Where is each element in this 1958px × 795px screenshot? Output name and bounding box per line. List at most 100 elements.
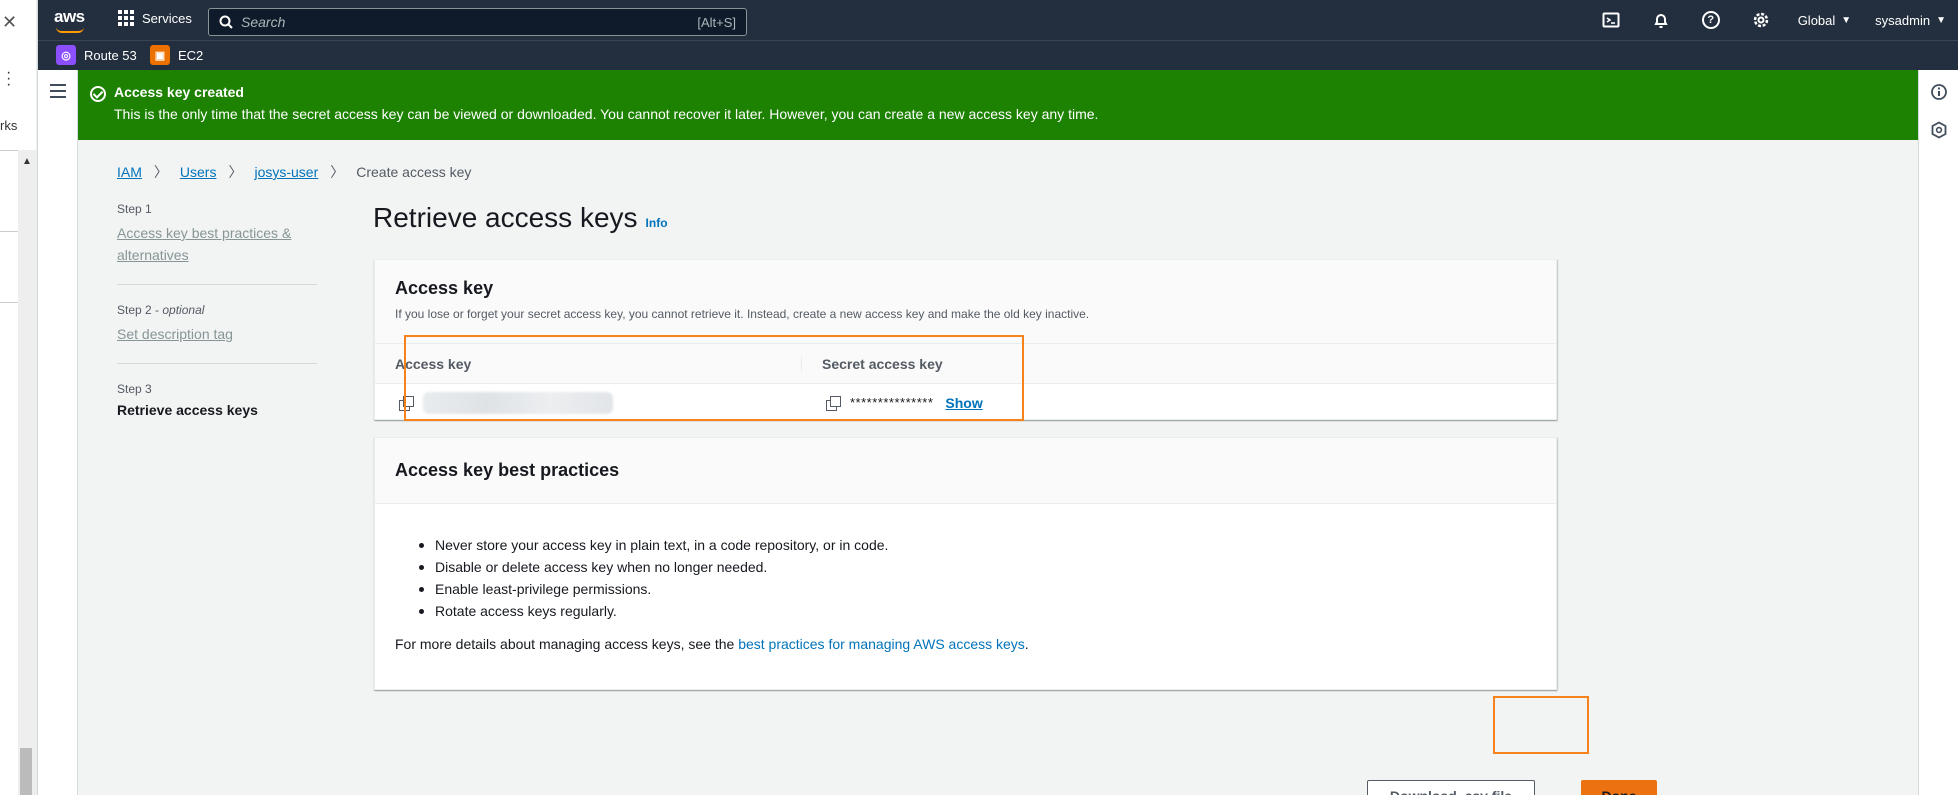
best-practices-list: Never store your access key in plain tex…: [415, 534, 1536, 622]
step-link-best-practices[interactable]: Access key best practices & alternatives: [117, 222, 317, 266]
key-table-row: *************** Show: [375, 384, 1556, 421]
wizard-step-1: Step 1 Access key best practices & alter…: [117, 202, 317, 285]
aws-logo[interactable]: aws: [54, 7, 85, 27]
column-header-access-key: Access key: [375, 355, 802, 372]
card-title: Access key best practices: [395, 460, 620, 480]
flash-title: Access key created: [114, 84, 244, 100]
more-options-icon[interactable]: · · ·: [6, 65, 11, 93]
card-description: If you lose or forget your secret access…: [395, 307, 1090, 321]
grid-icon: [118, 10, 134, 26]
region-label: Global: [1797, 12, 1836, 28]
page-title: Retrieve access keys: [373, 202, 638, 233]
copy-icon[interactable]: [826, 395, 841, 411]
wizard-step-2: Step 2 - optional Set description tag: [117, 303, 317, 364]
list-item: Never store your access key in plain tex…: [415, 534, 1536, 556]
chevron-right-icon: 〉: [330, 164, 345, 180]
caret-down-icon: ▼: [1936, 14, 1946, 26]
more-prefix: For more details about managing access k…: [395, 636, 739, 652]
search-icon: [219, 15, 233, 29]
settings-hexagon-icon[interactable]: [1929, 120, 1949, 140]
scroll-up-arrow-icon[interactable]: ▲: [22, 156, 32, 167]
card-body: Never store your access key in plain tex…: [375, 504, 1556, 652]
access-key-cell: [375, 391, 802, 414]
favorite-label: Route 53: [84, 47, 137, 63]
step-current-label: Retrieve access keys: [117, 402, 258, 418]
tools-rail: [1918, 70, 1958, 795]
show-secret-link[interactable]: Show: [945, 395, 982, 411]
more-details-text: For more details about managing access k…: [395, 636, 1536, 652]
search-box[interactable]: [Alt+S]: [208, 8, 747, 36]
breadcrumb-user[interactable]: josys-user: [254, 164, 318, 180]
step-link-description-tag[interactable]: Set description tag: [117, 323, 317, 345]
column-header-secret: Secret access key: [822, 355, 943, 372]
services-menu-button[interactable]: Services: [118, 10, 192, 26]
more-suffix: .: [1024, 636, 1029, 652]
step-number: Step 3: [117, 382, 152, 396]
step-number-text: Step 2: [117, 303, 152, 317]
done-button[interactable]: Done: [1581, 780, 1657, 795]
sliver-scrollbar[interactable]: [18, 150, 36, 795]
success-check-icon: [90, 86, 106, 102]
list-item: Disable or delete access key when no lon…: [415, 556, 1536, 578]
breadcrumb-users[interactable]: Users: [180, 164, 217, 180]
breadcrumb: IAM 〉 Users 〉 josys-user 〉 Create access…: [117, 162, 471, 182]
best-practices-link[interactable]: best practices for managing AWS access k…: [738, 636, 1025, 652]
step-number: Step 2 - optional: [117, 303, 205, 317]
flash-message: This is the only time that the secret ac…: [114, 106, 1099, 122]
nav-utility-icons: ? Global ▼ sysadmin ▼: [1586, 0, 1958, 40]
breadcrumb-current: Create access key: [356, 164, 472, 180]
search-input[interactable]: [241, 14, 698, 30]
wizard-step-3: Step 3 Retrieve access keys: [117, 382, 317, 436]
favorite-route53[interactable]: ◎ Route 53: [56, 45, 137, 65]
wizard-steps: Step 1 Access key best practices & alter…: [117, 202, 317, 454]
secret-key-masked: ***************: [850, 395, 934, 410]
info-link[interactable]: Info: [646, 216, 668, 230]
caret-down-icon: ▼: [1841, 14, 1852, 26]
page-title-row: Retrieve access keys Info: [373, 202, 668, 234]
access-key-card: Access key If you lose or forget your se…: [374, 259, 1557, 420]
favorites-bar: ◎ Route 53 ▣ EC2: [38, 40, 1958, 70]
list-item: Enable least-privilege permissions.: [415, 578, 1536, 600]
top-navigation-bar: aws Services [Alt+S] ? Global ▼ sysadmin ▼: [38, 0, 1958, 40]
secret-key-cell: *************** Show: [802, 395, 983, 411]
best-practices-card: Access key best practices Never store yo…: [374, 437, 1557, 690]
main-content: IAM 〉 Users 〉 josys-user 〉 Create access…: [78, 140, 1918, 795]
favorite-label: EC2: [178, 47, 204, 63]
copy-icon[interactable]: [399, 395, 414, 411]
sliver-list: [0, 150, 18, 232]
download-csv-button[interactable]: Download .csv file: [1367, 780, 1535, 795]
ec2-icon: ▣: [150, 45, 170, 65]
scrollbar-thumb[interactable]: [20, 748, 32, 795]
access-key-value-redacted: [423, 391, 613, 414]
card-title: Access key: [395, 278, 494, 298]
side-navigation-rail: [38, 70, 78, 795]
favorite-ec2[interactable]: ▣ EC2: [150, 45, 203, 65]
settings-gear-icon[interactable]: [1736, 0, 1786, 40]
region-selector[interactable]: Global ▼: [1786, 13, 1863, 28]
chevron-right-icon: 〉: [228, 164, 243, 180]
notifications-bell-icon[interactable]: [1636, 0, 1686, 40]
help-icon[interactable]: ?: [1686, 0, 1736, 40]
search-shortcut-hint: [Alt+S]: [697, 14, 736, 30]
close-icon[interactable]: ✕: [2, 12, 17, 33]
list-item: Rotate access keys regularly.: [415, 600, 1536, 622]
sliver-text: rks: [0, 118, 18, 133]
route53-icon: ◎: [56, 45, 76, 65]
step-optional: optional: [162, 303, 205, 317]
services-label: Services: [142, 10, 192, 26]
page: Access key created This is the only time…: [38, 70, 1958, 795]
breadcrumb-iam[interactable]: IAM: [117, 164, 142, 180]
account-menu[interactable]: sysadmin ▼: [1863, 13, 1958, 28]
user-label: sysadmin: [1875, 12, 1931, 28]
chevron-right-icon: 〉: [153, 164, 168, 180]
aws-logo-smile: [56, 27, 84, 33]
card-header: Access key If you lose or forget your se…: [375, 260, 1556, 344]
info-icon[interactable]: [1929, 82, 1949, 102]
key-table-header: Access key Secret access key: [375, 344, 1556, 384]
cloudshell-icon[interactable]: [1586, 0, 1636, 40]
card-header: Access key best practices: [375, 438, 1556, 504]
hamburger-menu-icon[interactable]: [50, 84, 66, 102]
background-window-sliver: ✕ · · · rks ▲: [0, 0, 38, 795]
divider: [0, 302, 18, 303]
success-flash-banner: Access key created This is the only time…: [78, 70, 1918, 140]
